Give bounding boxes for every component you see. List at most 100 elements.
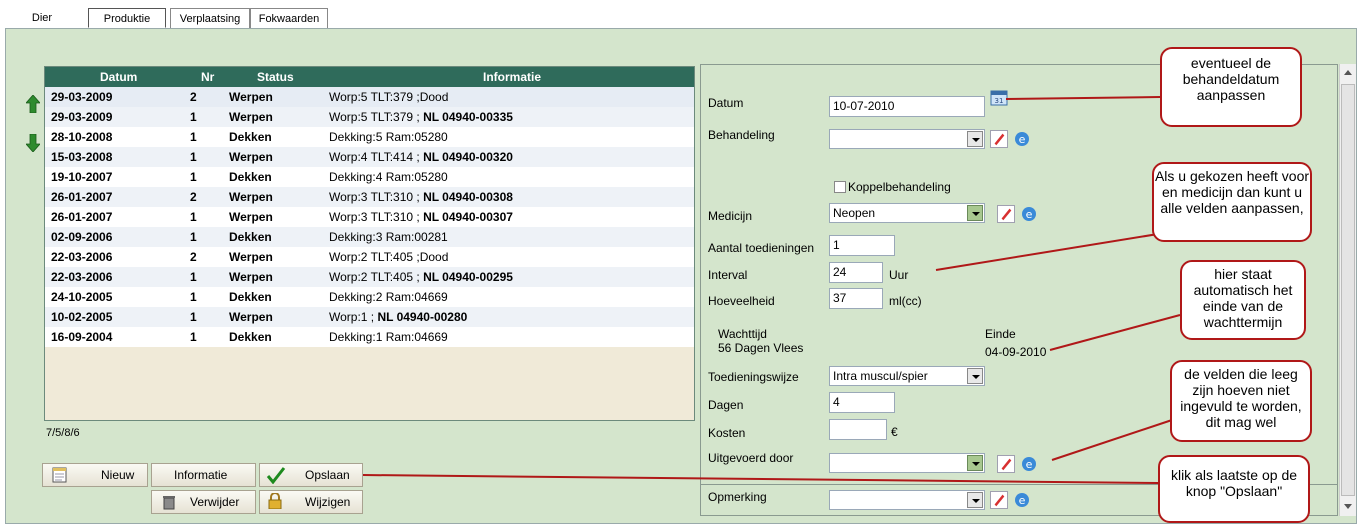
cell-status: Werpen	[229, 310, 273, 324]
datum-field[interactable]: 10-07-2010	[829, 96, 985, 117]
aantal-field[interactable]: 1	[829, 235, 895, 256]
table-row[interactable]: 02-09-2006 1 Dekken Dekking:3 Ram:00281	[45, 227, 694, 247]
cell-status: Werpen	[229, 210, 273, 224]
cell-informatie-id: NL 04940-00335	[423, 110, 513, 124]
table-row[interactable]: 22-03-2006 2 Werpen Worp:2 TLT:405 ;Dood	[45, 247, 694, 267]
medicijn-select[interactable]: Neopen	[829, 203, 985, 223]
callout-datum: eventueel de behandeldatum aanpassen	[1160, 47, 1302, 127]
cell-informatie: Worp:1 ; NL 04940-00280	[329, 307, 467, 327]
cell-informatie-text: Worp:5 TLT:379 ;Dood	[329, 90, 449, 104]
opmerking-select[interactable]	[829, 490, 985, 510]
edit-pencil-icon[interactable]	[997, 205, 1015, 223]
browser-e-icon[interactable]: e	[1013, 130, 1031, 148]
info-button-label: Informatie	[174, 468, 228, 482]
col-status[interactable]: Status	[257, 67, 294, 87]
datum-label: Datum	[708, 96, 744, 110]
table-row[interactable]: 24-10-2005 1 Dekken Dekking:2 Ram:04669	[45, 287, 694, 307]
hoeveelheid-unit: ml(cc)	[889, 294, 922, 308]
dagen-label: Dagen	[708, 398, 744, 412]
koppel-checkbox[interactable]	[834, 181, 846, 193]
behandeling-select[interactable]	[829, 129, 985, 149]
browser-e-icon[interactable]: e	[1020, 205, 1038, 223]
tab-produktie[interactable]: Produktie	[88, 8, 166, 28]
table-row[interactable]: 26-01-2007 2 Werpen Worp:3 TLT:310 ; NL 049…	[45, 187, 694, 207]
browser-e-icon[interactable]: e	[1020, 455, 1038, 473]
save-button[interactable]: Opslaan	[259, 463, 363, 487]
tab-verplaatsing[interactable]: Verplaatsing	[170, 8, 250, 28]
hoeveelheid-field[interactable]: 37	[829, 288, 883, 309]
notepad-icon	[52, 467, 67, 483]
table-row[interactable]: 10-02-2005 1 Werpen Worp:1 ; NL 04940-00280	[45, 307, 694, 327]
cell-status: Werpen	[229, 190, 273, 204]
cell-datum: 22-03-2006	[51, 270, 113, 284]
cell-informatie-text: Dekking:3 Ram:00281	[329, 230, 448, 244]
medicijn-label: Medicijn	[708, 209, 753, 223]
chevron-down-icon[interactable]	[967, 492, 983, 508]
new-button[interactable]: Nieuw	[42, 463, 148, 487]
scroll-up-icon[interactable]	[1344, 70, 1352, 75]
cell-nr: 1	[190, 290, 197, 304]
cell-informatie-text: Worp:2 TLT:405 ;	[329, 270, 424, 284]
dagen-field[interactable]: 4	[829, 392, 895, 413]
move-up-icon[interactable]	[26, 95, 40, 113]
cell-status: Werpen	[229, 150, 273, 164]
toediening-select[interactable]: Intra muscul/spier	[829, 366, 985, 386]
einde-value: 04-09-2010	[985, 345, 1047, 359]
cell-nr: 2	[190, 190, 197, 204]
table-row[interactable]: 19-10-2007 1 Dekken Dekking:4 Ram:05280	[45, 167, 694, 187]
cell-informatie-id: NL 04940-00320	[423, 150, 513, 164]
calendar-icon[interactable]: 31	[989, 87, 1009, 107]
cell-datum: 28-10-2008	[51, 130, 113, 144]
table-row[interactable]: 28-10-2008 1 Dekken Dekking:5 Ram:05280	[45, 127, 694, 147]
interval-field[interactable]: 24	[829, 262, 883, 283]
aantal-label: Aantal toedieningen	[708, 241, 815, 255]
cell-nr: 1	[190, 150, 197, 164]
scrollbar[interactable]	[1339, 64, 1356, 516]
edit-button-label: Wijzigen	[305, 495, 351, 509]
cell-nr: 1	[190, 330, 197, 344]
kosten-field[interactable]	[829, 419, 887, 440]
kosten-unit: €	[891, 425, 898, 439]
callout-medicijn: Als u gekozen heeft voor en medicijn dan…	[1152, 162, 1312, 242]
tab-dier[interactable]: Dier	[22, 8, 62, 28]
edit-pencil-icon[interactable]	[990, 130, 1008, 148]
edit-pencil-icon[interactable]	[997, 455, 1015, 473]
chevron-down-icon[interactable]	[967, 205, 983, 221]
table-row[interactable]: 29-03-2009 2 Werpen Worp:5 TLT:379 ;Dood	[45, 87, 694, 107]
col-datum[interactable]: Datum	[100, 67, 137, 87]
interval-unit: Uur	[889, 268, 909, 282]
table-row[interactable]: 22-03-2006 1 Werpen Worp:2 TLT:405 ; NL 049…	[45, 267, 694, 287]
chevron-down-icon[interactable]	[967, 131, 983, 147]
koppel-label: Koppelbehandeling	[848, 180, 951, 194]
browser-e-icon[interactable]: e	[1013, 491, 1031, 509]
edit-pencil-icon[interactable]	[990, 491, 1008, 509]
col-informatie[interactable]: Informatie	[483, 67, 541, 87]
svg-text:31: 31	[995, 97, 1004, 105]
chevron-down-icon[interactable]	[967, 455, 983, 471]
cell-informatie: Worp:2 TLT:405 ;Dood	[329, 247, 448, 267]
col-nr[interactable]: Nr	[201, 67, 214, 87]
table-row[interactable]: 26-01-2007 1 Werpen Worp:3 TLT:310 ; NL 049…	[45, 207, 694, 227]
scroll-thumb[interactable]	[1341, 84, 1355, 496]
move-down-icon[interactable]	[26, 134, 40, 152]
table-row[interactable]: 16-09-2004 1 Dekken Dekking:1 Ram:04669	[45, 327, 694, 347]
cell-informatie: Worp:3 TLT:310 ; NL 04940-00307	[329, 207, 513, 227]
chevron-down-icon[interactable]	[967, 368, 983, 384]
cell-informatie: Worp:4 TLT:414 ; NL 04940-00320	[329, 147, 513, 167]
table-row[interactable]: 15-03-2008 1 Werpen Worp:4 TLT:414 ; NL 049…	[45, 147, 694, 167]
trash-icon	[163, 496, 175, 510]
opmerking-label: Opmerking	[708, 490, 767, 504]
svg-text:e: e	[1019, 494, 1026, 507]
delete-button[interactable]: Verwijder	[151, 490, 256, 514]
wachttijd-value: 56 Dagen Vlees	[718, 341, 804, 355]
tab-fokwaarden[interactable]: Fokwaarden	[250, 8, 328, 28]
edit-button[interactable]: Wijzigen	[259, 490, 363, 514]
table-row[interactable]: 29-03-2009 1 Werpen Worp:5 TLT:379 ; NL 049…	[45, 107, 694, 127]
lock-icon	[268, 493, 282, 509]
cell-informatie: Dekking:4 Ram:05280	[329, 167, 448, 187]
uitgevoerd-select[interactable]	[829, 453, 985, 473]
cell-status: Dekken	[229, 290, 272, 304]
cell-nr: 1	[190, 170, 197, 184]
scroll-down-icon[interactable]	[1344, 504, 1352, 509]
info-button[interactable]: Informatie	[151, 463, 256, 487]
